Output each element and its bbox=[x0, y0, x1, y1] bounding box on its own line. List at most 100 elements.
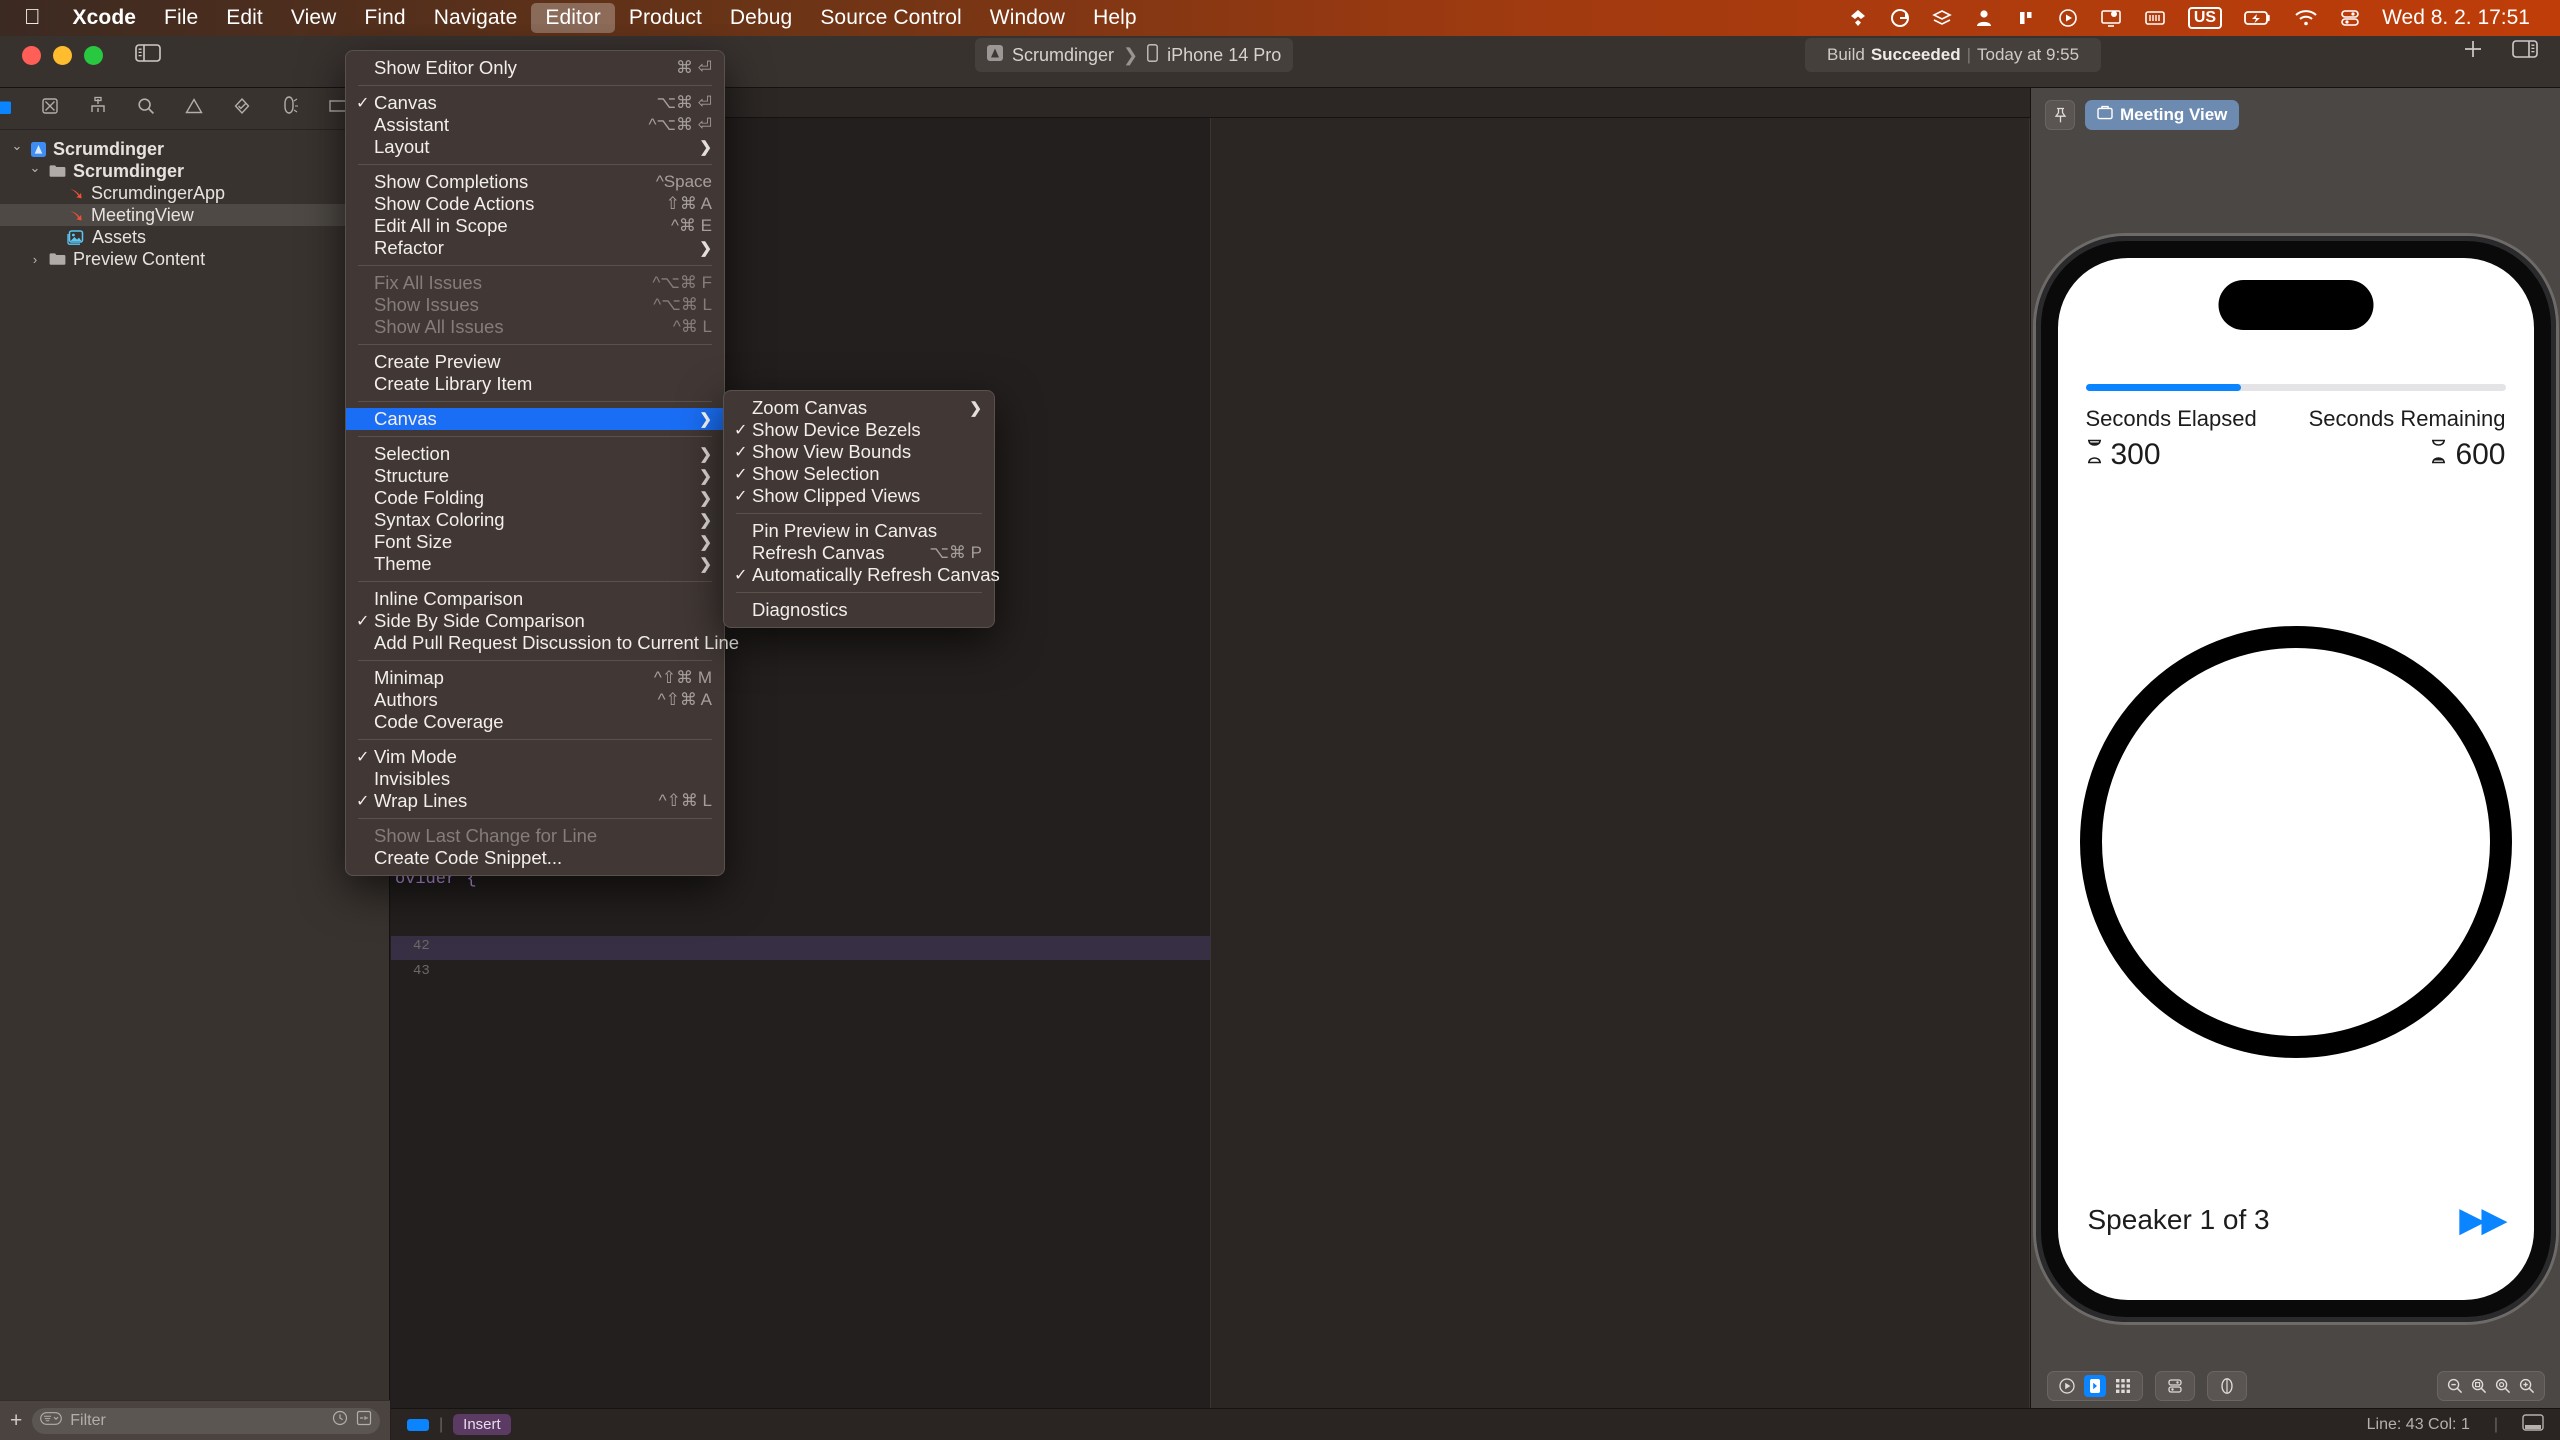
canvas-submenu-dropdown[interactable]: Zoom Canvas ❯ ✓ Show Device Bezels ✓ Show Vie… bbox=[723, 390, 1000, 628]
preview-mode-group[interactable] bbox=[2047, 1371, 2143, 1401]
menu-item-create-preview[interactable]: Create Preview bbox=[346, 351, 724, 373]
navigator-item-scrumdinger[interactable]: ⌄ Scrumdinger bbox=[0, 138, 389, 160]
record-icon[interactable] bbox=[2058, 8, 2078, 28]
menu-item-code-folding[interactable]: Code Folding ❯ bbox=[346, 487, 724, 509]
menu-item-refresh-canvas[interactable]: Refresh Canvas ⌥⌘ P bbox=[724, 542, 994, 564]
close-button[interactable] bbox=[22, 46, 41, 65]
menu-item-show-editor-only[interactable]: Show Editor Only ⌘ ⏎ bbox=[346, 57, 724, 79]
menu-item-diagnostics[interactable]: Diagnostics bbox=[724, 599, 994, 621]
stacks-icon[interactable] bbox=[1932, 8, 1952, 28]
chevron-down-icon[interactable]: ⌄ bbox=[10, 138, 24, 154]
menu-item-assistant[interactable]: Assistant ^⌥⌘ ⏎ bbox=[346, 114, 724, 136]
filter-icon[interactable] bbox=[40, 1411, 63, 1430]
variants-icon[interactable] bbox=[2112, 1375, 2134, 1397]
control-center-icon[interactable] bbox=[2340, 8, 2360, 28]
build-status[interactable]: Build Succeeded | Today at 9:55 bbox=[1805, 38, 2102, 72]
live-preview-icon[interactable] bbox=[2056, 1375, 2078, 1397]
keyboard-layout-badge[interactable]: US bbox=[2187, 7, 2223, 29]
device-preview-iphone-14-pro[interactable]: Seconds Elapsed 300 Seconds Remaining 60… bbox=[2035, 236, 2556, 1322]
menu-item-vim-mode[interactable]: ✓ Vim Mode bbox=[346, 746, 724, 768]
menu-item-create-library-item[interactable]: Create Library Item bbox=[346, 373, 724, 395]
scheme-name[interactable]: Scrumdinger bbox=[1012, 45, 1114, 66]
menubar-item-help[interactable]: Help bbox=[1079, 3, 1151, 33]
menubar-item-window[interactable]: Window bbox=[976, 3, 1079, 33]
symbol-icon[interactable] bbox=[88, 96, 108, 121]
device-settings-button[interactable] bbox=[2155, 1371, 2195, 1401]
menu-item-show-code-actions[interactable]: Show Code Actions ⇧⌘ A bbox=[346, 193, 724, 215]
menu-item-side-by-side-comparison[interactable]: ✓ Side By Side Comparison bbox=[346, 610, 724, 632]
debug-icon[interactable] bbox=[280, 96, 300, 121]
menubar-item-xcode[interactable]: Xcode bbox=[59, 3, 151, 33]
editor-menu-dropdown[interactable]: Show Editor Only ⌘ ⏎ ✓ Canvas ⌥⌘ ⏎ Assistant ^… bbox=[345, 50, 739, 876]
editor-pane-secondary[interactable] bbox=[1210, 118, 2030, 1408]
search-icon[interactable] bbox=[136, 96, 156, 121]
preview-chip[interactable]: Meeting View bbox=[2085, 100, 2240, 130]
menu-item-inline-comparison[interactable]: Inline Comparison bbox=[346, 588, 724, 610]
zoom-controls-group[interactable] bbox=[2437, 1371, 2545, 1401]
menubar-item-source-control[interactable]: Source Control bbox=[806, 3, 975, 33]
orientation-button[interactable] bbox=[2207, 1371, 2247, 1401]
navigator-item-scrumdingerapp[interactable]: ScrumdingerApp bbox=[0, 182, 389, 204]
chevron-down-icon[interactable]: ⌄ bbox=[28, 160, 42, 176]
source-control-icon[interactable] bbox=[40, 96, 60, 121]
menu-item-show-selection[interactable]: ✓ Show Selection bbox=[724, 463, 994, 485]
navigator-item-preview-content[interactable]: › Preview Content bbox=[0, 248, 389, 270]
filter-input[interactable]: Filter bbox=[32, 1407, 380, 1434]
menu-item-refactor[interactable]: Refactor ❯ bbox=[346, 237, 724, 259]
zoom-in-icon[interactable] bbox=[2516, 1375, 2538, 1397]
menu-item-theme[interactable]: Theme ❯ bbox=[346, 553, 724, 575]
menu-item-show-completions[interactable]: Show Completions ^Space bbox=[346, 171, 724, 193]
menu-item-show-device-bezels[interactable]: ✓ Show Device Bezels bbox=[724, 419, 994, 441]
menubar-item-editor[interactable]: Editor bbox=[531, 3, 615, 33]
grammarly-icon[interactable] bbox=[1890, 8, 1910, 28]
plus-icon[interactable] bbox=[2462, 38, 2484, 65]
menu-item-zoom-canvas[interactable]: Zoom Canvas ❯ bbox=[724, 397, 994, 419]
apple-icon[interactable]:  bbox=[24, 4, 41, 30]
menubar-item-view[interactable]: View bbox=[277, 3, 351, 33]
layout-icon[interactable] bbox=[2016, 8, 2036, 28]
source-control-filter-icon[interactable] bbox=[356, 1410, 372, 1431]
menu-item-show-view-bounds[interactable]: ✓ Show View Bounds bbox=[724, 441, 994, 463]
menu-item-invisibles[interactable]: Invisibles bbox=[346, 768, 724, 790]
menu-item-create-code-snippet[interactable]: Create Code Snippet... bbox=[346, 847, 724, 869]
menu-item-structure[interactable]: Structure ❯ bbox=[346, 465, 724, 487]
minimize-button[interactable] bbox=[53, 46, 72, 65]
recent-icon[interactable] bbox=[332, 1410, 348, 1431]
user-icon[interactable] bbox=[1974, 8, 1994, 28]
menu-item-syntax-coloring[interactable]: Syntax Coloring ❯ bbox=[346, 509, 724, 531]
menu-item-layout[interactable]: Layout ❯ bbox=[346, 136, 724, 158]
menu-item-edit-all-in-scope[interactable]: Edit All in Scope ^⌘ E bbox=[346, 215, 724, 237]
menu-item-wrap-lines[interactable]: ✓ Wrap Lines ^⇧⌘ L bbox=[346, 790, 724, 812]
zoom-button[interactable] bbox=[84, 46, 103, 65]
menu-item-selection[interactable]: Selection ❯ bbox=[346, 443, 724, 465]
inspector-toggle-icon[interactable] bbox=[2512, 39, 2538, 64]
zoom-100-icon[interactable] bbox=[2492, 1375, 2514, 1397]
wifi-icon[interactable] bbox=[2294, 9, 2318, 27]
folder-icon[interactable] bbox=[0, 97, 12, 120]
navigator-file-tree[interactable]: ⌄ Scrumdinger ⌄ Scrumdinger ScrumdingerApp Me… bbox=[0, 130, 389, 270]
test-icon[interactable] bbox=[232, 96, 252, 121]
menu-item-authors[interactable]: Authors ^⇧⌘ A bbox=[346, 689, 724, 711]
menu-item-font-size[interactable]: Font Size ❯ bbox=[346, 531, 724, 553]
warning-icon[interactable] bbox=[184, 96, 204, 121]
destination-name[interactable]: iPhone 14 Pro bbox=[1167, 45, 1281, 66]
zoom-out-icon[interactable] bbox=[2444, 1375, 2466, 1397]
menu-item-automatically-refresh-canvas[interactable]: ✓ Automatically Refresh Canvas bbox=[724, 564, 1000, 586]
menubar-item-find[interactable]: Find bbox=[350, 3, 419, 33]
add-file-button[interactable]: + bbox=[10, 1409, 22, 1433]
menu-bar-clock[interactable]: Wed 8. 2. 17:51 bbox=[2382, 6, 2530, 30]
scheme-destination-chooser[interactable]: Scrumdinger ❯ iPhone 14 Pro bbox=[975, 38, 1294, 72]
selectable-icon[interactable] bbox=[2084, 1375, 2106, 1397]
battery-charging-icon[interactable] bbox=[2244, 9, 2272, 27]
zoom-fit-icon[interactable] bbox=[2468, 1375, 2490, 1397]
console-toggle-icon[interactable] bbox=[2522, 1413, 2544, 1436]
menubar-item-file[interactable]: File bbox=[150, 3, 212, 33]
forward-fill-icon[interactable]: ▶▶ bbox=[2459, 1200, 2507, 1240]
preview-canvas[interactable]: Meeting View Seconds Elapsed 300 Seconds… bbox=[2030, 88, 2560, 1408]
menu-item-add-pull-request-discussion-to-current-line[interactable]: Add Pull Request Discussion to Current L… bbox=[346, 632, 739, 654]
menubar-item-product[interactable]: Product bbox=[615, 3, 716, 33]
navigator-item-assets[interactable]: Assets bbox=[0, 226, 389, 248]
screen-gear-icon[interactable] bbox=[2100, 8, 2122, 28]
device-settings-icon[interactable] bbox=[2164, 1375, 2186, 1397]
menu-item-code-coverage[interactable]: Code Coverage bbox=[346, 711, 724, 733]
